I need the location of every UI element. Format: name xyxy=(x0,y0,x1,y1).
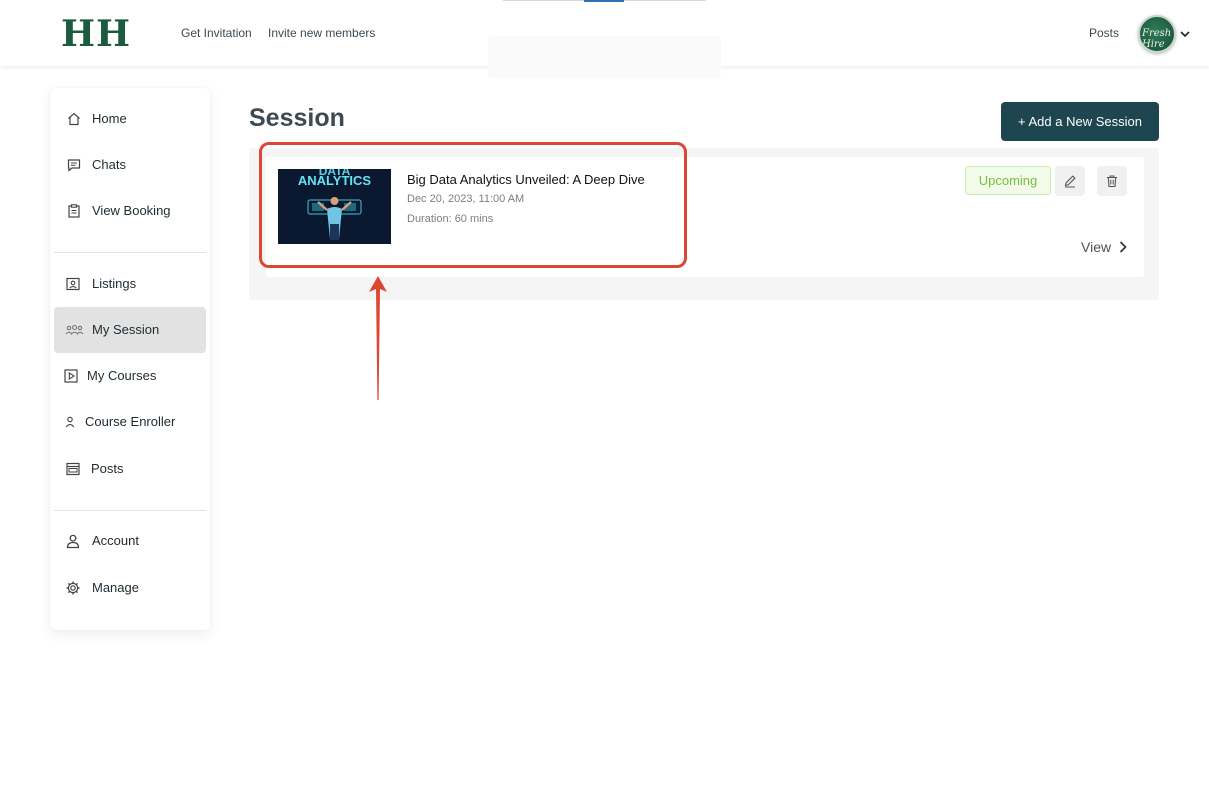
sidebar-item-my-courses[interactable]: My Courses xyxy=(54,353,206,399)
sidebar-item-label: My Session xyxy=(92,322,160,337)
tab-indicator xyxy=(503,0,706,2)
chat-icon xyxy=(67,159,81,172)
sidebar-item-my-session[interactable]: My Session xyxy=(54,307,206,353)
sidebar-item-view-booking[interactable]: View Booking xyxy=(54,188,206,234)
sidebar-item-account[interactable]: Account xyxy=(54,518,206,564)
home-icon xyxy=(68,112,80,126)
user-icon xyxy=(65,416,75,428)
avatar[interactable]: Fresh Hire xyxy=(1138,15,1176,53)
sidebar-item-label: Home xyxy=(92,111,127,126)
sidebar-item-listings[interactable]: Listings xyxy=(54,261,206,307)
brand-logo[interactable]: HH xyxy=(61,13,131,55)
page-title: Session xyxy=(249,104,345,132)
avatar-text: Fresh Hire xyxy=(1142,28,1172,50)
play-square-icon xyxy=(64,369,78,383)
view-label: View xyxy=(1081,239,1112,255)
sidebar-item-chats[interactable]: Chats xyxy=(54,142,206,188)
sidebar-item-label: My Courses xyxy=(87,368,157,383)
sidebar: Home Chats View Booking Listings My Sess… xyxy=(50,88,210,630)
get-invitation-link[interactable]: Get Invitation xyxy=(181,26,252,40)
sidebar-item-manage[interactable]: Manage xyxy=(54,565,206,611)
trash-icon xyxy=(1107,175,1117,188)
invite-members-link[interactable]: Invite new members xyxy=(268,26,375,40)
users-group-icon xyxy=(65,324,84,335)
sidebar-item-label: Account xyxy=(92,533,139,548)
status-badge: Upcoming xyxy=(965,166,1051,195)
view-session-link[interactable]: View xyxy=(1081,239,1127,255)
sidebar-divider xyxy=(54,510,206,511)
top-navbar: HH Get Invitation Invite new members Pos… xyxy=(0,0,1209,78)
browser-window-icon xyxy=(66,462,80,476)
sidebar-item-home[interactable]: Home xyxy=(54,96,206,142)
gear-icon xyxy=(66,581,80,595)
clipboard-icon xyxy=(68,204,80,218)
highlight-box xyxy=(259,142,687,268)
sidebar-item-label: Listings xyxy=(92,276,137,291)
sidebar-item-course-enroller[interactable]: Course Enroller xyxy=(54,399,206,445)
edit-button[interactable] xyxy=(1055,166,1085,196)
pencil-icon xyxy=(1064,175,1076,188)
add-session-button[interactable]: + Add a New Session xyxy=(1001,102,1159,141)
sidebar-divider xyxy=(54,252,206,253)
posts-link[interactable]: Posts xyxy=(1089,26,1119,40)
id-card-icon xyxy=(66,277,80,291)
sidebar-item-label: View Booking xyxy=(92,203,171,218)
sidebar-item-label: Chats xyxy=(92,157,126,172)
header-placeholder xyxy=(488,36,721,78)
sidebar-item-label: Manage xyxy=(92,580,139,595)
sidebar-item-posts[interactable]: Posts xyxy=(54,446,206,492)
chevron-right-icon xyxy=(1119,241,1127,253)
sidebar-item-label: Course Enroller xyxy=(85,414,176,429)
account-icon xyxy=(66,534,80,549)
arrow-up-icon xyxy=(369,276,387,400)
delete-button[interactable] xyxy=(1097,166,1127,196)
tab-indicator-active xyxy=(584,0,624,2)
chevron-down-icon[interactable] xyxy=(1178,27,1192,41)
sidebar-item-label: Posts xyxy=(91,461,124,476)
